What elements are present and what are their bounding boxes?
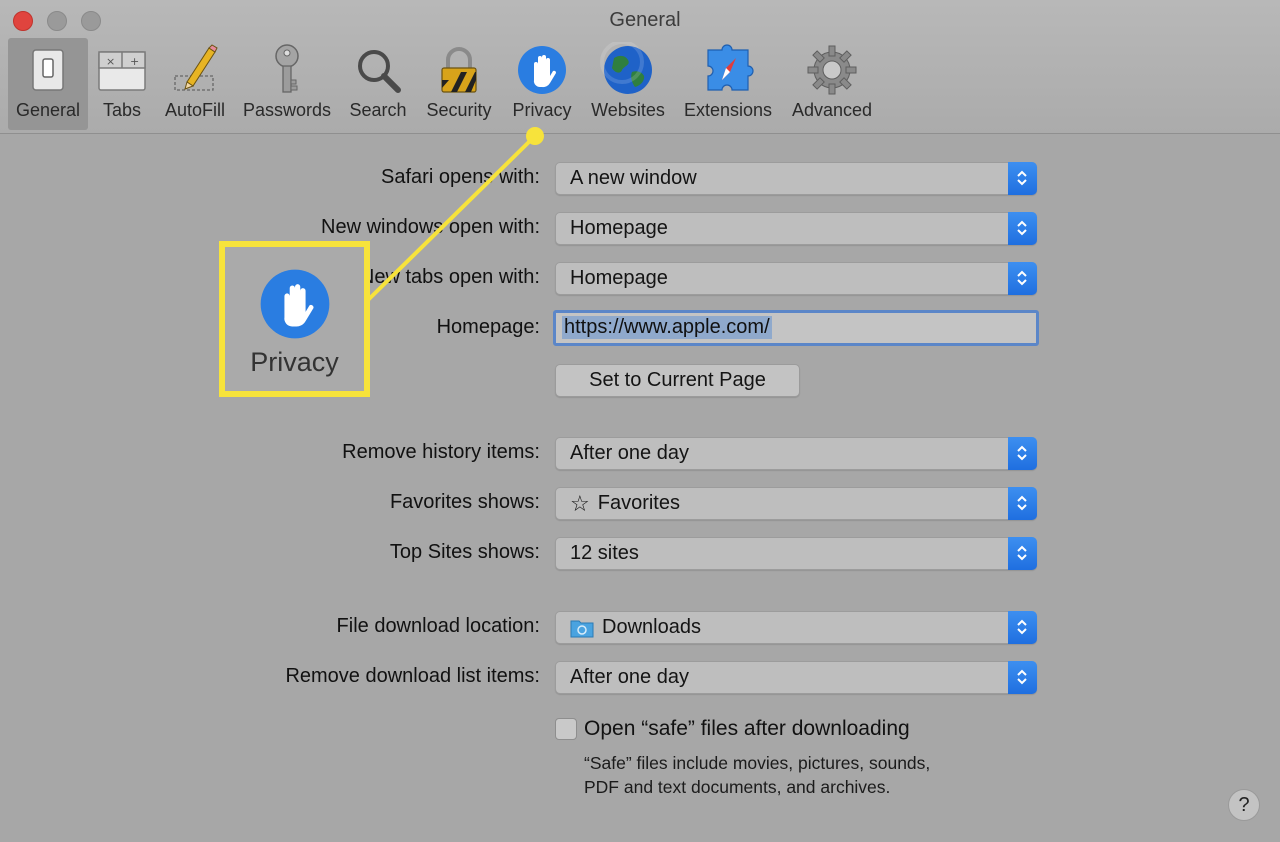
new-windows-value: Homepage — [570, 217, 668, 239]
favorites-label: Favorites shows: — [389, 491, 540, 513]
homepage-input[interactable]: https://www.apple.com/ — [553, 310, 1039, 346]
tab-advanced[interactable]: Advanced — [786, 38, 878, 130]
download-location-popup[interactable]: Downloads — [555, 611, 1037, 644]
homepage-label: Homepage: — [436, 316, 540, 338]
popup-arrows-icon — [1008, 487, 1037, 520]
row-new-tabs: New tabs open with: Homepage — [0, 262, 1280, 296]
popup-arrows-icon — [1008, 537, 1037, 570]
safari-preferences-window: General General × + Tabs AutoFill Passwo… — [0, 0, 1280, 842]
magnifier-icon — [358, 50, 401, 93]
row-download-location: File download location: Downloads — [0, 611, 1280, 645]
tab-websites-label: Websites — [591, 100, 665, 120]
favorites-value-wrap: ☆ Favorites — [570, 492, 680, 515]
remove-downloads-popup[interactable]: After one day — [555, 661, 1037, 694]
callout-anchor-dot — [526, 127, 544, 145]
top-sites-value: 12 sites — [570, 542, 639, 564]
tab-security[interactable]: Security — [422, 38, 496, 130]
favorites-popup[interactable]: ☆ Favorites — [555, 487, 1037, 520]
hand-icon — [260, 269, 330, 339]
row-favorites: Favorites shows: ☆ Favorites — [0, 487, 1280, 521]
top-sites-popup[interactable]: 12 sites — [555, 537, 1037, 570]
tabs-icon: × + — [98, 51, 146, 91]
new-tabs-label: New tabs open with: — [359, 266, 540, 288]
tab-general-label: General — [15, 100, 81, 120]
download-location-value: Downloads — [602, 616, 701, 638]
tab-general[interactable]: General — [8, 38, 88, 130]
hand-icon — [518, 46, 566, 94]
tab-privacy-label: Privacy — [512, 100, 572, 120]
tab-security-label: Security — [426, 100, 492, 120]
privacy-callout: Privacy — [219, 241, 370, 397]
popup-arrows-icon — [1008, 262, 1037, 295]
tab-search[interactable]: Search — [346, 38, 410, 130]
row-top-sites: Top Sites shows: 12 sites — [0, 537, 1280, 571]
tab-advanced-label: Advanced — [791, 100, 873, 120]
star-icon: ☆ — [570, 490, 590, 516]
popup-arrows-icon — [1008, 611, 1037, 644]
callout-label: Privacy — [250, 347, 339, 377]
remove-history-value: After one day — [570, 442, 689, 464]
pencil-icon — [174, 44, 218, 91]
folder-icon — [570, 620, 594, 637]
puzzle-compass-icon — [707, 44, 754, 91]
row-homepage: Homepage: https://www.apple.com/ — [0, 310, 1280, 346]
svg-text:×: × — [106, 55, 115, 68]
tab-autofill[interactable]: AutoFill — [160, 38, 230, 130]
favorites-value: Favorites — [597, 492, 680, 514]
set-to-current-page-button[interactable]: Set to Current Page — [555, 364, 800, 397]
tab-autofill-label: AutoFill — [164, 100, 226, 120]
remove-downloads-label: Remove download list items: — [285, 665, 540, 687]
key-icon — [275, 44, 299, 93]
safari-opens-value: A new window — [570, 167, 697, 189]
tab-passwords[interactable]: Passwords — [240, 38, 334, 130]
homepage-value: https://www.apple.com/ — [562, 316, 772, 339]
remove-history-popup[interactable]: After one day — [555, 437, 1037, 470]
help-button[interactable]: ? — [1228, 789, 1260, 821]
row-safari-opens: Safari opens with: A new window — [0, 162, 1280, 196]
safari-opens-popup[interactable]: A new window — [555, 162, 1037, 195]
globe-icon — [600, 42, 652, 94]
window-title: General — [609, 9, 681, 31]
open-safe-files-label[interactable]: Open “safe” files after downloading — [584, 717, 910, 741]
new-windows-popup[interactable]: Homepage — [555, 212, 1037, 245]
popup-arrows-icon — [1008, 661, 1037, 694]
tab-extensions[interactable]: Extensions — [682, 38, 774, 130]
row-new-windows: New windows open with: Homepage — [0, 212, 1280, 246]
popup-arrows-icon — [1008, 162, 1037, 195]
remove-history-label: Remove history items: — [342, 441, 540, 463]
tab-websites[interactable]: Websites — [586, 38, 670, 130]
popup-arrows-icon — [1008, 437, 1037, 470]
remove-downloads-value: After one day — [570, 666, 689, 688]
download-location-label: File download location: — [336, 615, 540, 637]
tab-privacy[interactable]: Privacy — [508, 38, 576, 130]
download-location-value-wrap: Downloads — [570, 616, 701, 639]
row-remove-downloads: Remove download list items: After one da… — [0, 661, 1280, 695]
new-tabs-popup[interactable]: Homepage — [555, 262, 1037, 295]
new-tabs-value: Homepage — [570, 267, 668, 289]
tab-search-label: Search — [349, 100, 407, 120]
safari-opens-label: Safari opens with: — [381, 166, 540, 188]
tab-passwords-label: Passwords — [242, 100, 332, 120]
toolbar: General General × + Tabs AutoFill Passwo… — [0, 0, 1280, 134]
row-remove-history: Remove history items: After one day — [0, 437, 1280, 471]
tab-tabs[interactable]: × + Tabs — [94, 38, 150, 130]
general-switch-icon — [32, 49, 64, 91]
top-sites-label: Top Sites shows: — [389, 541, 540, 563]
tab-extensions-label: Extensions — [683, 100, 773, 120]
popup-arrows-icon — [1008, 212, 1037, 245]
new-windows-label: New windows open with: — [321, 216, 540, 238]
safe-files-note: “Safe” files include movies, pictures, s… — [584, 753, 931, 797]
open-safe-files-checkbox[interactable] — [555, 718, 577, 740]
svg-text:+: + — [130, 55, 139, 68]
tab-tabs-label: Tabs — [102, 100, 142, 120]
gear-icon — [807, 45, 857, 95]
padlock-icon — [441, 47, 477, 93]
